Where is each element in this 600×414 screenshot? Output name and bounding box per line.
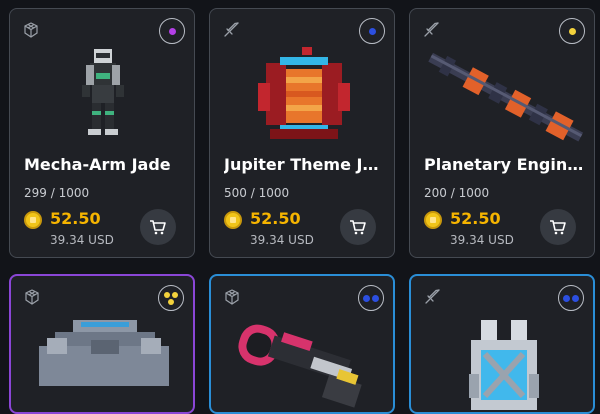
cube-icon (225, 289, 239, 305)
item-image (258, 47, 350, 139)
item-usd-price: 39.34 USD (50, 233, 114, 247)
item-supply: 200 / 1000 (424, 186, 490, 200)
item-card-jupiter-theme[interactable]: Jupiter Theme Je... 500 / 1000 52.50 39.… (209, 8, 395, 258)
coin-icon (224, 211, 242, 229)
item-card-mecha-arm-jade[interactable]: Mecha-Arm Jade 299 / 1000 52.50 39.34 US… (9, 8, 195, 258)
rarity-dot (164, 291, 170, 298)
item-price: 52.50 (450, 209, 501, 228)
rarity-badge (159, 18, 185, 44)
sword-icon (425, 289, 440, 304)
rarity-badge (158, 285, 184, 311)
item-image (428, 52, 584, 142)
rarity-dot (372, 294, 379, 302)
item-image (39, 320, 169, 386)
item-image (469, 320, 539, 410)
sword-icon (424, 22, 439, 37)
rarity-dot (568, 27, 576, 35)
item-supply: 299 / 1000 (24, 186, 90, 200)
rarity-badge (558, 285, 584, 311)
rarity-dot (563, 294, 570, 302)
cart-icon (150, 220, 166, 235)
rarity-badge (559, 18, 585, 44)
item-name: Mecha-Arm Jade (24, 155, 171, 174)
coin-icon (24, 211, 42, 229)
item-card-planetary-engine[interactable]: Planetary Engine... 200 / 1000 52.50 39.… (409, 8, 595, 258)
rarity-dot (168, 298, 174, 305)
item-usd-price: 39.34 USD (250, 233, 314, 247)
add-to-cart-button[interactable] (140, 209, 176, 245)
item-card[interactable] (409, 274, 595, 414)
rarity-badge (358, 285, 384, 311)
item-image (238, 324, 362, 408)
nft-grid: Mecha-Arm Jade 299 / 1000 52.50 39.34 US… (0, 0, 600, 414)
item-card[interactable] (9, 274, 195, 414)
sword-icon (224, 22, 239, 37)
cart-icon (550, 220, 566, 235)
item-price: 52.50 (50, 209, 101, 228)
rarity-badge (359, 18, 385, 44)
item-price: 52.50 (250, 209, 301, 228)
coin-icon (424, 211, 442, 229)
add-to-cart-button[interactable] (340, 209, 376, 245)
rarity-dot (363, 294, 370, 302)
rarity-dot (168, 27, 176, 35)
cube-icon (25, 289, 39, 305)
cube-icon (24, 22, 38, 38)
item-name: Planetary Engine... (424, 155, 586, 174)
item-supply: 500 / 1000 (224, 186, 290, 200)
rarity-dot (172, 291, 178, 298)
item-image (82, 49, 124, 135)
item-usd-price: 39.34 USD (450, 233, 514, 247)
item-card[interactable] (209, 274, 395, 414)
rarity-dot (572, 294, 579, 302)
add-to-cart-button[interactable] (540, 209, 576, 245)
rarity-dot (368, 27, 376, 35)
item-name: Jupiter Theme Je... (224, 155, 386, 174)
cart-icon (350, 220, 366, 235)
